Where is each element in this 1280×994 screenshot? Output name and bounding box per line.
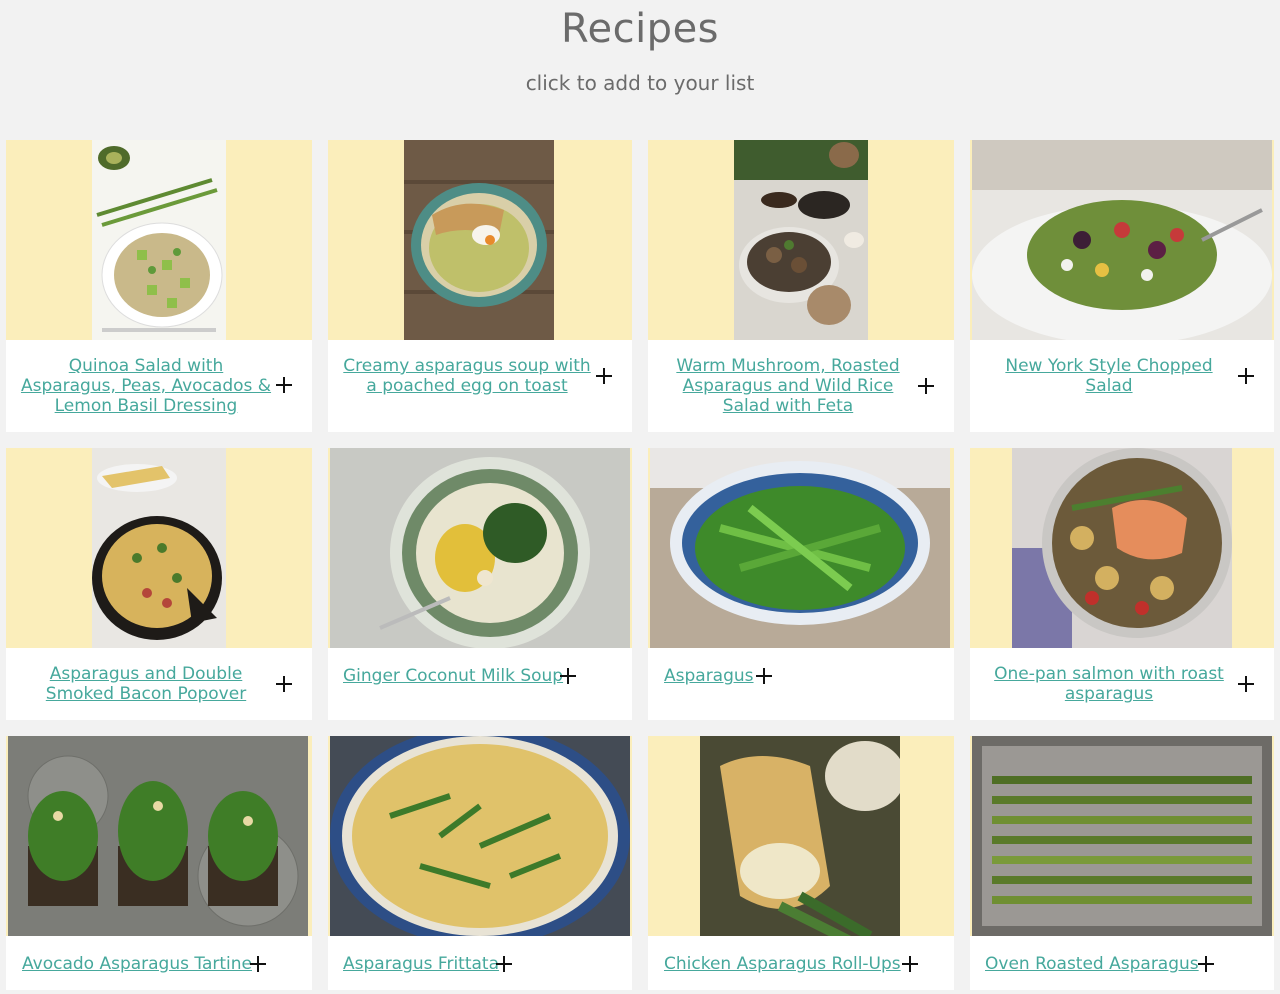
recipe-title-link[interactable]: Warm Mushroom, Roasted Asparagus and Wil… [662, 356, 914, 416]
recipe-caption: Asparagus Frittata [328, 936, 632, 990]
recipe-grid: Quinoa Salad with Asparagus, Peas, Avoca… [0, 0, 1280, 994]
asparagus-bowl-photo[interactable] [650, 448, 950, 648]
recipe-image-area [970, 736, 1274, 936]
recipe-title-link[interactable]: One-pan salmon with roast asparagus [984, 664, 1234, 704]
recipe-image-area [970, 448, 1274, 648]
recipe-caption: Oven Roasted Asparagus [970, 936, 1274, 990]
add-to-list-plus-icon[interactable] [250, 956, 266, 972]
recipe-title-link[interactable]: Asparagus Frittata [343, 954, 499, 974]
recipe-title-link[interactable]: Asparagus [664, 666, 754, 686]
recipe-caption: Warm Mushroom, Roasted Asparagus and Wil… [648, 340, 954, 432]
recipe-image-area [328, 448, 632, 648]
recipe-title-link[interactable]: Avocado Asparagus Tartine [22, 954, 252, 974]
recipe-caption: Asparagus [648, 648, 954, 720]
recipe-image-area [648, 140, 954, 340]
recipe-card: Warm Mushroom, Roasted Asparagus and Wil… [648, 140, 954, 432]
add-to-list-plus-icon[interactable] [276, 676, 292, 692]
recipe-caption: Chicken Asparagus Roll-Ups [648, 936, 954, 990]
popover-photo[interactable] [92, 448, 226, 648]
recipe-image-area [6, 448, 312, 648]
recipe-title-link[interactable]: Quinoa Salad with Asparagus, Peas, Avoca… [20, 356, 272, 416]
asparagus-soup-photo[interactable] [404, 140, 554, 340]
recipe-title-link[interactable]: Oven Roasted Asparagus [985, 954, 1199, 974]
add-to-list-plus-icon[interactable] [496, 956, 512, 972]
add-to-list-plus-icon[interactable] [1238, 676, 1254, 692]
add-to-list-plus-icon[interactable] [902, 956, 918, 972]
recipe-image-area [970, 140, 1274, 340]
add-to-list-plus-icon[interactable] [1198, 956, 1214, 972]
recipe-caption: Asparagus and Double Smoked Bacon Popove… [6, 648, 312, 720]
add-to-list-plus-icon[interactable] [918, 378, 934, 394]
add-to-list-plus-icon[interactable] [596, 368, 612, 384]
recipe-card: Asparagus Frittata [328, 736, 632, 990]
quinoa-salad-photo[interactable] [92, 140, 226, 340]
recipe-card: Asparagus [648, 448, 954, 720]
add-to-list-plus-icon[interactable] [1238, 368, 1254, 384]
recipe-card: Asparagus and Double Smoked Bacon Popove… [6, 448, 312, 720]
recipe-image-area [648, 736, 954, 936]
coconut-soup-photo[interactable] [330, 448, 630, 648]
recipe-caption: Ginger Coconut Milk Soup [328, 648, 632, 720]
chopped-salad-photo[interactable] [972, 140, 1272, 340]
add-to-list-plus-icon[interactable] [276, 377, 292, 393]
mushroom-salad-photo[interactable] [734, 140, 868, 340]
recipe-image-area [328, 736, 632, 936]
salmon-photo[interactable] [1012, 448, 1232, 648]
recipe-card: Ginger Coconut Milk Soup [328, 448, 632, 720]
recipe-card: Oven Roasted Asparagus [970, 736, 1274, 990]
roll-ups-photo[interactable] [700, 736, 900, 936]
recipe-title-link[interactable]: Creamy asparagus soup with a poached egg… [342, 356, 592, 396]
recipe-image-area [6, 736, 312, 936]
recipe-image-area [648, 448, 954, 648]
recipe-caption: Creamy asparagus soup with a poached egg… [328, 340, 632, 432]
recipe-card: Quinoa Salad with Asparagus, Peas, Avoca… [6, 140, 312, 432]
recipe-caption: One-pan salmon with roast asparagus [970, 648, 1274, 720]
recipe-image-area [328, 140, 632, 340]
recipe-card: New York Style Chopped Salad [970, 140, 1274, 432]
add-to-list-plus-icon[interactable] [756, 668, 772, 684]
recipe-title-link[interactable]: Chicken Asparagus Roll-Ups [664, 954, 901, 974]
roasted-asparagus-photo[interactable] [972, 736, 1272, 936]
add-to-list-plus-icon[interactable] [560, 668, 576, 684]
recipe-title-link[interactable]: Asparagus and Double Smoked Bacon Popove… [20, 664, 272, 704]
recipe-title-link[interactable]: New York Style Chopped Salad [984, 356, 1234, 396]
recipe-card: Creamy asparagus soup with a poached egg… [328, 140, 632, 432]
recipe-caption: New York Style Chopped Salad [970, 340, 1274, 432]
recipe-card: One-pan salmon with roast asparagus [970, 448, 1274, 720]
recipe-card: Avocado Asparagus Tartine [6, 736, 312, 990]
recipe-image-area [6, 140, 312, 340]
frittata-photo[interactable] [330, 736, 630, 936]
recipe-title-link[interactable]: Ginger Coconut Milk Soup [343, 666, 563, 686]
recipe-card: Chicken Asparagus Roll-Ups [648, 736, 954, 990]
tartine-photo[interactable] [8, 736, 308, 936]
recipe-caption: Avocado Asparagus Tartine [6, 936, 312, 990]
recipe-caption: Quinoa Salad with Asparagus, Peas, Avoca… [6, 340, 312, 432]
